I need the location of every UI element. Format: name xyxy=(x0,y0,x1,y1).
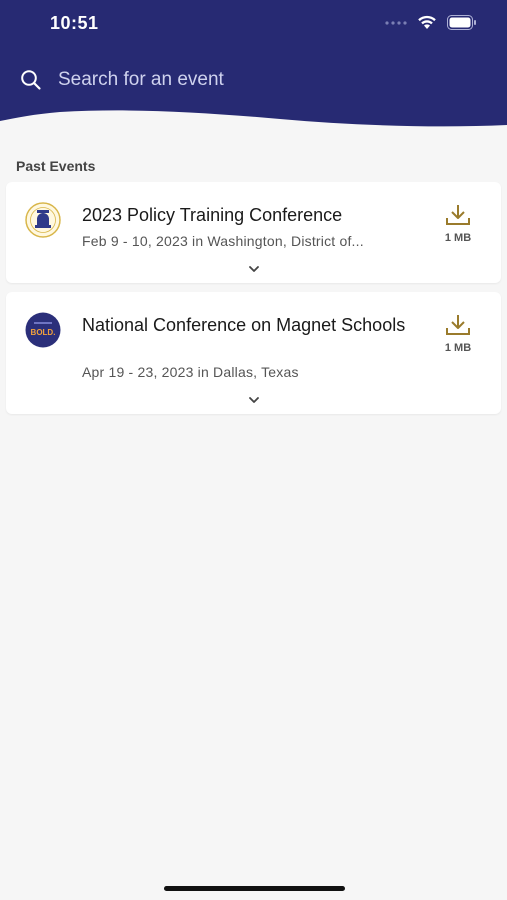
header: 10:51 xyxy=(0,0,507,130)
status-bar: 10:51 xyxy=(0,0,507,46)
battery-icon xyxy=(447,15,476,30)
search-bar[interactable] xyxy=(20,62,480,98)
download-icon xyxy=(446,205,470,225)
download-icon xyxy=(446,315,470,335)
chevron-down-icon[interactable] xyxy=(247,395,261,405)
event-title: National Conference on Magnet Schools xyxy=(82,315,406,335)
download-size: 1 MB xyxy=(444,232,472,244)
status-icons xyxy=(385,15,477,30)
event-card[interactable]: 2023 Policy Training Conference Feb 9 - … xyxy=(6,182,501,283)
search-input[interactable] xyxy=(58,69,438,91)
wifi-icon xyxy=(418,15,436,29)
event-card[interactable]: BOLD. National Conference on Magnet Scho… xyxy=(6,292,501,414)
home-indicator[interactable] xyxy=(164,886,345,891)
event-date-location: Feb 9 - 10, 2023 in Washington, District… xyxy=(82,233,364,249)
event-logo-seal-icon xyxy=(25,202,61,238)
signal-icon xyxy=(385,20,407,25)
section-title: Past Events xyxy=(16,158,96,174)
download-button[interactable]: 1 MB xyxy=(441,314,475,354)
download-size: 1 MB xyxy=(444,342,472,354)
status-time: 10:51 xyxy=(50,13,99,33)
event-logo-text: BOLD. xyxy=(31,328,56,337)
chevron-down-icon[interactable] xyxy=(247,264,261,274)
event-title: 2023 Policy Training Conference xyxy=(82,205,343,225)
event-date-location: Apr 19 - 23, 2023 in Dallas, Texas xyxy=(82,364,299,380)
event-logo-bold-icon: BOLD. xyxy=(25,312,61,348)
search-icon xyxy=(21,70,41,90)
download-button[interactable]: 1 MB xyxy=(441,204,475,244)
